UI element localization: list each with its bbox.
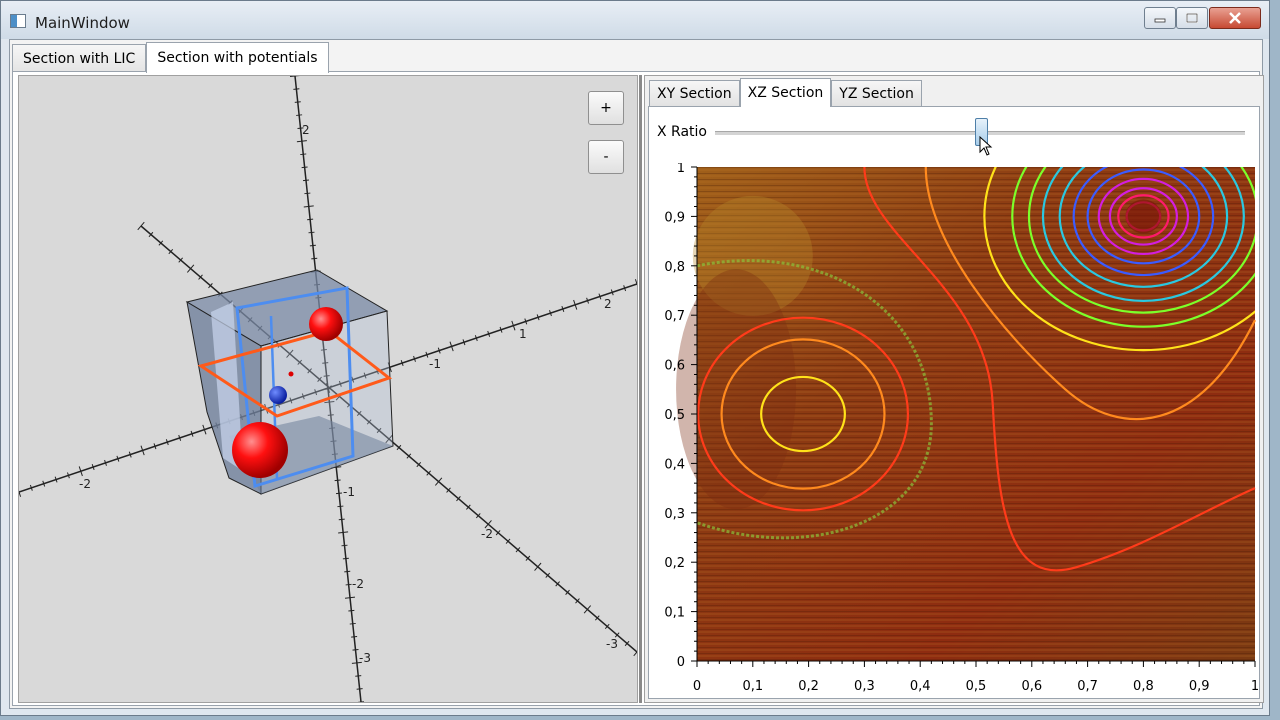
axis-label: -2 <box>352 577 364 591</box>
zoom-in-button[interactable]: + <box>588 91 624 125</box>
section-tabs: XY Section XZ Section YZ Section <box>649 78 922 107</box>
axis-tick <box>356 688 363 690</box>
axis-tick <box>341 544 348 547</box>
axis-tick <box>355 675 362 677</box>
axis-tick <box>307 218 314 221</box>
x-tick-label: 0,5 <box>966 679 987 694</box>
x-tick-label: 0,1 <box>742 679 763 694</box>
axis-label: 2 <box>604 297 612 311</box>
y-tick-label: 0,4 <box>664 457 685 472</box>
splitter[interactable] <box>639 75 642 703</box>
zoom-out-button[interactable]: - <box>588 140 624 174</box>
axis-tick <box>351 635 358 638</box>
y-tick-label: 0,2 <box>664 556 685 571</box>
main-tabs: Section with LIC Section with potentials <box>12 42 329 73</box>
axis-tick <box>337 505 344 508</box>
y-tick-label: 0,6 <box>664 359 685 374</box>
app-icon <box>10 14 26 28</box>
x-tick-label: 0,8 <box>1133 679 1154 694</box>
axis-label: 1 <box>519 327 527 341</box>
axis-tick <box>338 531 349 534</box>
window-title: MainWindow <box>35 14 130 32</box>
axis-label: -3 <box>359 651 371 665</box>
axis-label: -3 <box>606 637 618 651</box>
x-tick-label: 0,4 <box>910 679 931 694</box>
y-tick-label: 0,5 <box>664 408 685 423</box>
axis-tick <box>296 114 303 116</box>
axis-tick <box>338 518 345 521</box>
y-tick-label: 1 <box>677 163 685 176</box>
section-view: XY Section XZ Section YZ Section X Ratio <box>644 75 1264 703</box>
close-button[interactable] <box>1209 7 1261 29</box>
axis-tick <box>289 76 300 78</box>
axis-tick <box>300 153 307 156</box>
axis-tick <box>342 557 349 560</box>
maximize-button[interactable] <box>1176 7 1208 29</box>
axis-tick <box>349 622 356 625</box>
x-tick-label: 0,7 <box>1077 679 1098 694</box>
tab-section-with-potentials[interactable]: Section with potentials <box>146 42 329 73</box>
axis-tick <box>303 205 314 208</box>
y-tick-label: 0,8 <box>664 260 685 275</box>
axis-label: 2 <box>302 123 310 137</box>
x-ratio-label: X Ratio <box>657 124 707 140</box>
potentials-panel: 2 -1 -2 -3 2 1 -1 -2 -2 -3 + - XY Sectio… <box>12 71 1264 706</box>
minimize-icon <box>1154 18 1166 23</box>
axis-tick <box>352 649 359 651</box>
x-tick-label: 0,9 <box>1189 679 1210 694</box>
axis-tick <box>345 583 352 586</box>
axis-tick <box>344 570 351 573</box>
x-axis: 0 0,1 0,2 0,3 0,4 0,5 0,6 0,7 0,8 0,9 1 <box>693 660 1259 694</box>
main-window: MainWindow Section with LIC Section with… <box>0 0 1270 716</box>
axis-tick <box>304 192 311 195</box>
axis-tick <box>334 479 341 482</box>
axis-tick <box>308 231 315 234</box>
tab-xz-section[interactable]: XZ Section <box>739 78 832 107</box>
y-tick-label: 0,7 <box>664 309 685 324</box>
y-tick-label: 0,3 <box>664 507 685 522</box>
x-tick-label: 0,6 <box>1021 679 1042 694</box>
axis-tick <box>293 88 300 90</box>
xz-section-panel: X Ratio 0 0,1 0,2 0,3 0,4 0,5 0,6 0,7 0,… <box>648 106 1260 699</box>
minimize-button[interactable] <box>1144 7 1176 29</box>
axis-tick <box>335 492 343 495</box>
mouse-cursor-icon <box>979 136 993 156</box>
blue-sphere <box>269 386 287 404</box>
tab-xy-section[interactable]: XY Section <box>649 80 740 106</box>
red-sphere-large <box>232 422 288 478</box>
axis-tick <box>311 257 318 260</box>
axis-tick <box>302 179 310 182</box>
axis-label: -1 <box>343 485 355 499</box>
x-tick-label: 0,3 <box>854 679 875 694</box>
axis-label: -1 <box>429 357 441 371</box>
red-point <box>288 371 294 377</box>
axis-tick <box>301 166 308 169</box>
restore-icon <box>1186 13 1198 23</box>
contour-plot: 0 0,1 0,2 0,3 0,4 0,5 0,6 0,7 0,8 0,9 1 0 0,1 0,2 0,3… <box>664 163 1259 694</box>
axis-label: -2 <box>481 527 493 541</box>
red-sphere-small <box>309 307 343 341</box>
client-area: Section with LIC Section with potentials… <box>9 39 1264 709</box>
3d-viewport[interactable]: 2 -1 -2 -3 2 1 -1 -2 -2 -3 + - <box>18 75 638 703</box>
tab-yz-section[interactable]: YZ Section <box>831 80 922 106</box>
axis-tick <box>344 596 356 599</box>
charge-core <box>1125 199 1162 234</box>
x-tick-label: 0,2 <box>798 679 819 694</box>
axis-tick <box>348 609 355 612</box>
tab-section-with-lic[interactable]: Section with LIC <box>12 44 147 72</box>
y-tick-label: 0,9 <box>664 210 685 225</box>
title-bar: MainWindow <box>1 1 1269 39</box>
close-icon <box>1229 12 1241 24</box>
axis-tick <box>294 101 301 103</box>
axis-tick <box>309 244 316 247</box>
x-tick-label: 1 <box>1251 679 1259 694</box>
y-tick-label: 0,1 <box>664 606 685 621</box>
axis-label: -2 <box>79 477 91 491</box>
y-tick-label: 0 <box>677 655 685 670</box>
x-tick-label: 0 <box>693 679 701 694</box>
3d-scene: 2 -1 -2 -3 2 1 -1 -2 -2 -3 <box>19 76 637 702</box>
axis-tick <box>296 140 307 143</box>
